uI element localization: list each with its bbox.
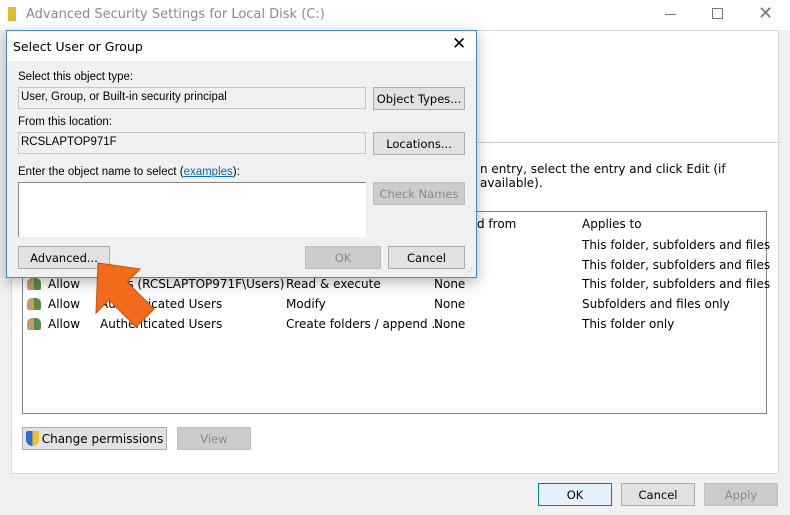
tab-border [477,142,780,143]
row-inherited: None [434,297,466,312]
title-bar: Advanced Security Settings for Local Dis… [0,0,790,30]
dialog-title: Select User or Group [13,39,143,54]
examples-link[interactable]: examples [184,166,233,178]
locations-button[interactable]: Locations... [373,132,465,155]
folder-icon [8,7,16,21]
row-applies: This folder, subfolders and files [582,277,771,292]
row-applies: This folder, subfolders and files [582,238,771,252]
maximize-icon[interactable] [712,8,723,19]
row-type: Allow [48,316,81,331]
object-name-input[interactable] [18,182,366,237]
close-icon[interactable]: ✕ [452,34,466,54]
object-types-button[interactable]: Object Types... [373,87,465,110]
object-name-label-text: Enter the object name to select ( [18,166,184,178]
users-icon [27,298,41,311]
orange-arrow-pointer [95,262,155,328]
arrow-shape [95,262,155,328]
cancel-button[interactable]: Cancel [621,483,695,506]
close-icon[interactable]: ✕ [758,3,773,24]
row-applies: This folder only [582,316,675,331]
users-icon [27,317,41,330]
location-field: RCSLAPTOP971F [18,132,366,154]
ok-button[interactable]: OK [538,483,612,506]
object-name-label: Enter the object name to select (example… [18,166,240,178]
hint-text: n entry, select the entry and click Edit… [480,162,726,190]
dialog-ok-button[interactable]: OK [305,246,381,269]
dialog-cancel-button[interactable]: Cancel [388,246,465,269]
row-applies: This folder, subfolders and files [582,257,771,272]
row-inherited: None [434,277,466,292]
view-button[interactable]: View [177,427,251,450]
apply-button[interactable]: Apply [704,483,778,506]
row-access: Read & execute [286,277,381,292]
row-access: Create folders / append ... [286,316,443,331]
window-title: Advanced Security Settings for Local Dis… [26,7,325,22]
row-inherited: None [434,316,466,331]
object-type-field: User, Group, or Built-in security princi… [18,87,366,109]
header-applies[interactable]: Applies to [582,217,642,231]
dialog-title-bar: Select User or Group ✕ [7,31,476,61]
location-label: From this location: [18,116,112,128]
row-type: Allow [48,277,81,292]
minimize-icon[interactable] [665,14,676,15]
change-permissions-label: Change permissions [41,431,164,446]
header-inherited[interactable]: d from [477,217,516,231]
row-type: Allow [48,297,81,312]
row-access: Modify [286,297,326,312]
resize-grip-icon[interactable]: ⋰ [465,267,473,276]
object-type-label: Select this object type: [18,71,134,83]
users-icon [27,278,41,291]
select-user-dialog: Select User or Group ✕ Select this objec… [6,30,477,278]
shield-icon [25,431,39,446]
check-names-button[interactable]: Check Names [373,182,465,205]
object-name-label-end: ): [232,166,240,178]
row-applies: Subfolders and files only [582,297,730,312]
change-permissions-button[interactable]: Change permissions [22,427,167,450]
